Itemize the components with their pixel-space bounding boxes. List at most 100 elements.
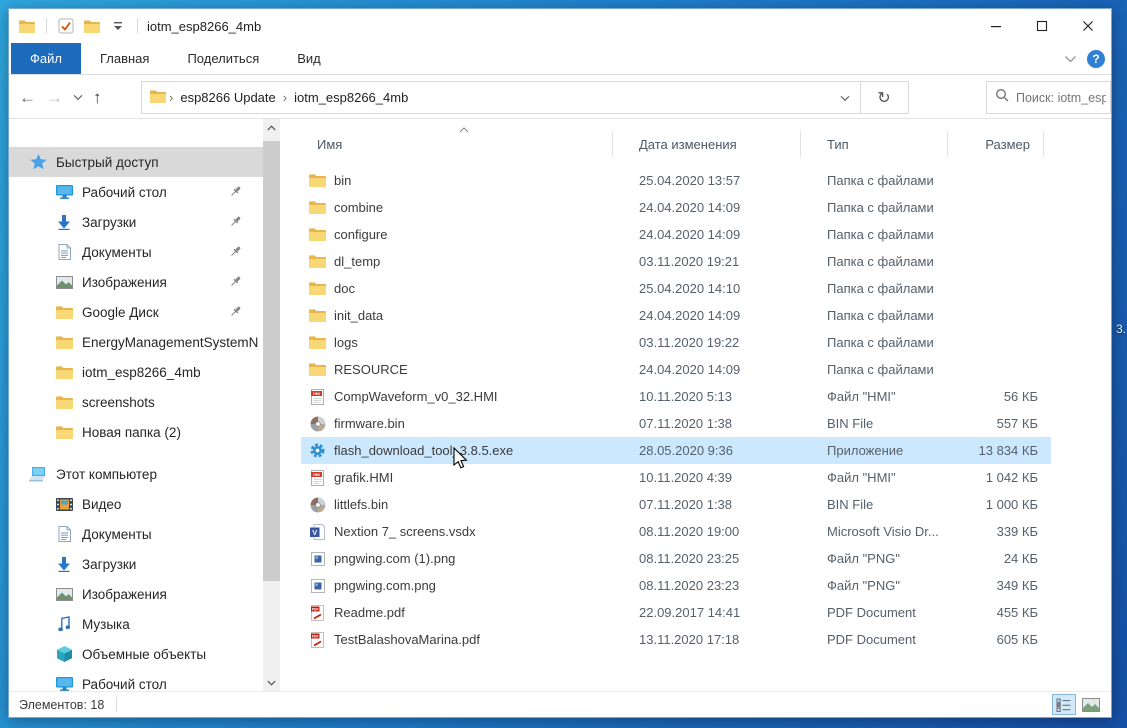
breadcrumb-segment[interactable]: iotm_esp8266_4mb (290, 90, 412, 105)
sidebar-section-label: Этот компьютер (56, 467, 157, 482)
file-row[interactable]: littlefs.bin07.11.2020 1:38BIN File1 000… (301, 491, 1051, 518)
bin-icon (309, 416, 326, 432)
tab-Вид[interactable]: Вид (278, 43, 340, 74)
sidebar-item-Документы[interactable]: Документы (9, 519, 263, 549)
file-row[interactable]: logs03.11.2020 19:22Папка с файлами (301, 329, 1051, 356)
exe-icon (309, 442, 326, 459)
sidebar-item-Видео[interactable]: Видео (9, 489, 263, 519)
sidebar-item-Загрузки[interactable]: Загрузки (9, 549, 263, 579)
breadcrumb[interactable]: ›esp8266 Update›iotm_esp8266_4mb (141, 81, 861, 114)
file-type: PDF Document (801, 605, 948, 620)
properties-check-icon[interactable] (56, 16, 76, 36)
search-box[interactable] (986, 81, 1111, 114)
column-header-Размер[interactable]: Размер (948, 133, 1044, 155)
file-row[interactable]: HMIgrafik.HMI10.11.2020 4:39Файл "HMI"1 … (301, 464, 1051, 491)
sidebar-item-label: Музыка (82, 617, 130, 632)
sidebar-item-EnergyManagementSystemN[interactable]: EnergyManagementSystemN (9, 327, 263, 357)
breadcrumb-segment[interactable]: esp8266 Update (176, 90, 279, 105)
file-row[interactable]: firmware.bin07.11.2020 1:38BIN File557 К… (301, 410, 1051, 437)
file-name: Nextion 7_ screens.vsdx (334, 524, 476, 539)
sidebar-item-label: Изображения (82, 587, 167, 602)
file-name-cell: VNextion 7_ screens.vsdx (309, 524, 613, 540)
sidebar-item-Объемные объекты[interactable]: Объемные объекты (9, 639, 263, 669)
sidebar-item-Изображения[interactable]: Изображения (9, 579, 263, 609)
tab-Главная[interactable]: Главная (81, 43, 168, 74)
file-name-cell: combine (309, 200, 613, 215)
file-row[interactable]: dl_temp03.11.2020 19:21Папка с файлами (301, 248, 1051, 275)
address-dropdown-icon[interactable] (840, 90, 860, 105)
file-list-rows: bin25.04.2020 13:57Папка с файламиcombin… (281, 167, 1111, 653)
scrollbar-thumb[interactable] (263, 141, 280, 581)
close-button[interactable] (1065, 9, 1111, 43)
details-view-button[interactable] (1052, 694, 1076, 715)
sidebar-item-Рабочий стол[interactable]: Рабочий стол (9, 669, 263, 691)
maximize-button[interactable] (1019, 9, 1065, 43)
file-row[interactable]: init_data24.04.2020 14:09Папка с файлами (301, 302, 1051, 329)
sidebar-item-Музыка[interactable]: Музыка (9, 609, 263, 639)
sidebar-item-Google Диск[interactable]: Google Диск (9, 297, 263, 327)
file-row[interactable]: VNextion 7_ screens.vsdx08.11.2020 19:00… (301, 518, 1051, 545)
search-input[interactable] (1016, 91, 1106, 105)
minimize-button[interactable] (973, 9, 1019, 43)
file-type: Файл "HMI" (801, 389, 948, 404)
file-date: 25.04.2020 14:10 (613, 281, 801, 296)
tab-Поделиться[interactable]: Поделиться (168, 43, 278, 74)
sidebar-item-Изображения[interactable]: Изображения (9, 267, 263, 297)
pdf-icon: PDF (309, 632, 326, 648)
sidebar-item-Рабочий стол[interactable]: Рабочий стол (9, 177, 263, 207)
scroll-up-icon[interactable] (263, 119, 280, 136)
column-header-Имя[interactable]: Имя (281, 133, 613, 155)
refresh-button[interactable]: ↻ (860, 81, 909, 114)
file-row[interactable]: combine24.04.2020 14:09Папка с файлами (301, 194, 1051, 221)
breadcrumb-chevron-icon[interactable]: › (166, 90, 176, 105)
file-name: TestBalashovaMarina.pdf (334, 632, 480, 647)
file-row[interactable]: bin25.04.2020 13:57Папка с файлами (301, 167, 1051, 194)
sidebar-item-screenshots[interactable]: screenshots (9, 387, 263, 417)
file-type: Файл "HMI" (801, 470, 948, 485)
file-row[interactable]: PDFTestBalashovaMarina.pdf13.11.2020 17:… (301, 626, 1051, 653)
pictures-icon (55, 276, 73, 289)
sidebar-scrollbar[interactable] (263, 119, 280, 691)
up-button[interactable]: ↑ (93, 89, 102, 106)
sidebar-item-label: EnergyManagementSystemN (82, 335, 258, 350)
back-button[interactable]: ← (19, 89, 36, 106)
sidebar-section-Этот компьютер[interactable]: Этот компьютер (9, 459, 263, 489)
file-row[interactable]: pngwing.com (1).png08.11.2020 23:25Файл … (301, 545, 1051, 572)
file-date: 24.04.2020 14:09 (613, 200, 801, 215)
file-row[interactable]: HMICompWaveform_v0_32.HMI10.11.2020 5:13… (301, 383, 1051, 410)
column-headers: ИмяДата измененияТипРазмер (281, 129, 1111, 159)
forward-button[interactable]: → (46, 89, 63, 106)
recent-locations-icon[interactable] (73, 88, 83, 106)
file-row[interactable]: flash_download_tool_3.8.5.exe28.05.2020 … (301, 437, 1051, 464)
file-row[interactable]: RESOURCE24.04.2020 14:09Папка с файлами (301, 356, 1051, 383)
file-row[interactable]: PDFReadme.pdf22.09.2017 14:41PDF Documen… (301, 599, 1051, 626)
column-header-Дата изменения[interactable]: Дата изменения (613, 133, 801, 155)
breadcrumb-chevron-icon[interactable]: › (280, 90, 290, 105)
file-row[interactable]: pngwing.com.png08.11.2020 23:23Файл "PNG… (301, 572, 1051, 599)
thumbnails-view-button[interactable] (1079, 694, 1103, 715)
help-icon[interactable]: ? (1087, 50, 1105, 68)
file-type: Файл "PNG" (801, 578, 948, 593)
customize-qat-icon[interactable] (108, 16, 128, 36)
sidebar-section-Быстрый доступ[interactable]: Быстрый доступ (9, 147, 263, 177)
sidebar-item-Документы[interactable]: Документы (9, 237, 263, 267)
folder-icon (309, 309, 326, 322)
sidebar-item-Загрузки[interactable]: Загрузки (9, 207, 263, 237)
sidebar-item-Новая папка (2)[interactable]: Новая папка (2) (9, 417, 263, 447)
new-folder-icon[interactable] (82, 16, 102, 36)
scroll-down-icon[interactable] (263, 674, 280, 691)
file-name-cell: RESOURCE (309, 362, 613, 377)
sidebar-item-label: Загрузки (82, 215, 136, 230)
file-row[interactable]: doc25.04.2020 14:10Папка с файлами (301, 275, 1051, 302)
file-date: 22.09.2017 14:41 (613, 605, 801, 620)
sidebar-item-iotm_esp8266_4mb[interactable]: iotm_esp8266_4mb (9, 357, 263, 387)
file-size: 56 КБ (948, 389, 1044, 404)
ribbon-collapse-icon[interactable] (1064, 50, 1077, 68)
tab-Файл[interactable]: Файл (11, 43, 81, 74)
file-row[interactable]: configure24.04.2020 14:09Папка с файлами (301, 221, 1051, 248)
column-header-Тип[interactable]: Тип (801, 133, 948, 155)
desktop-icon (55, 677, 73, 691)
file-name: littlefs.bin (334, 497, 388, 512)
file-size: 339 КБ (948, 524, 1044, 539)
qat-separator (46, 18, 47, 34)
